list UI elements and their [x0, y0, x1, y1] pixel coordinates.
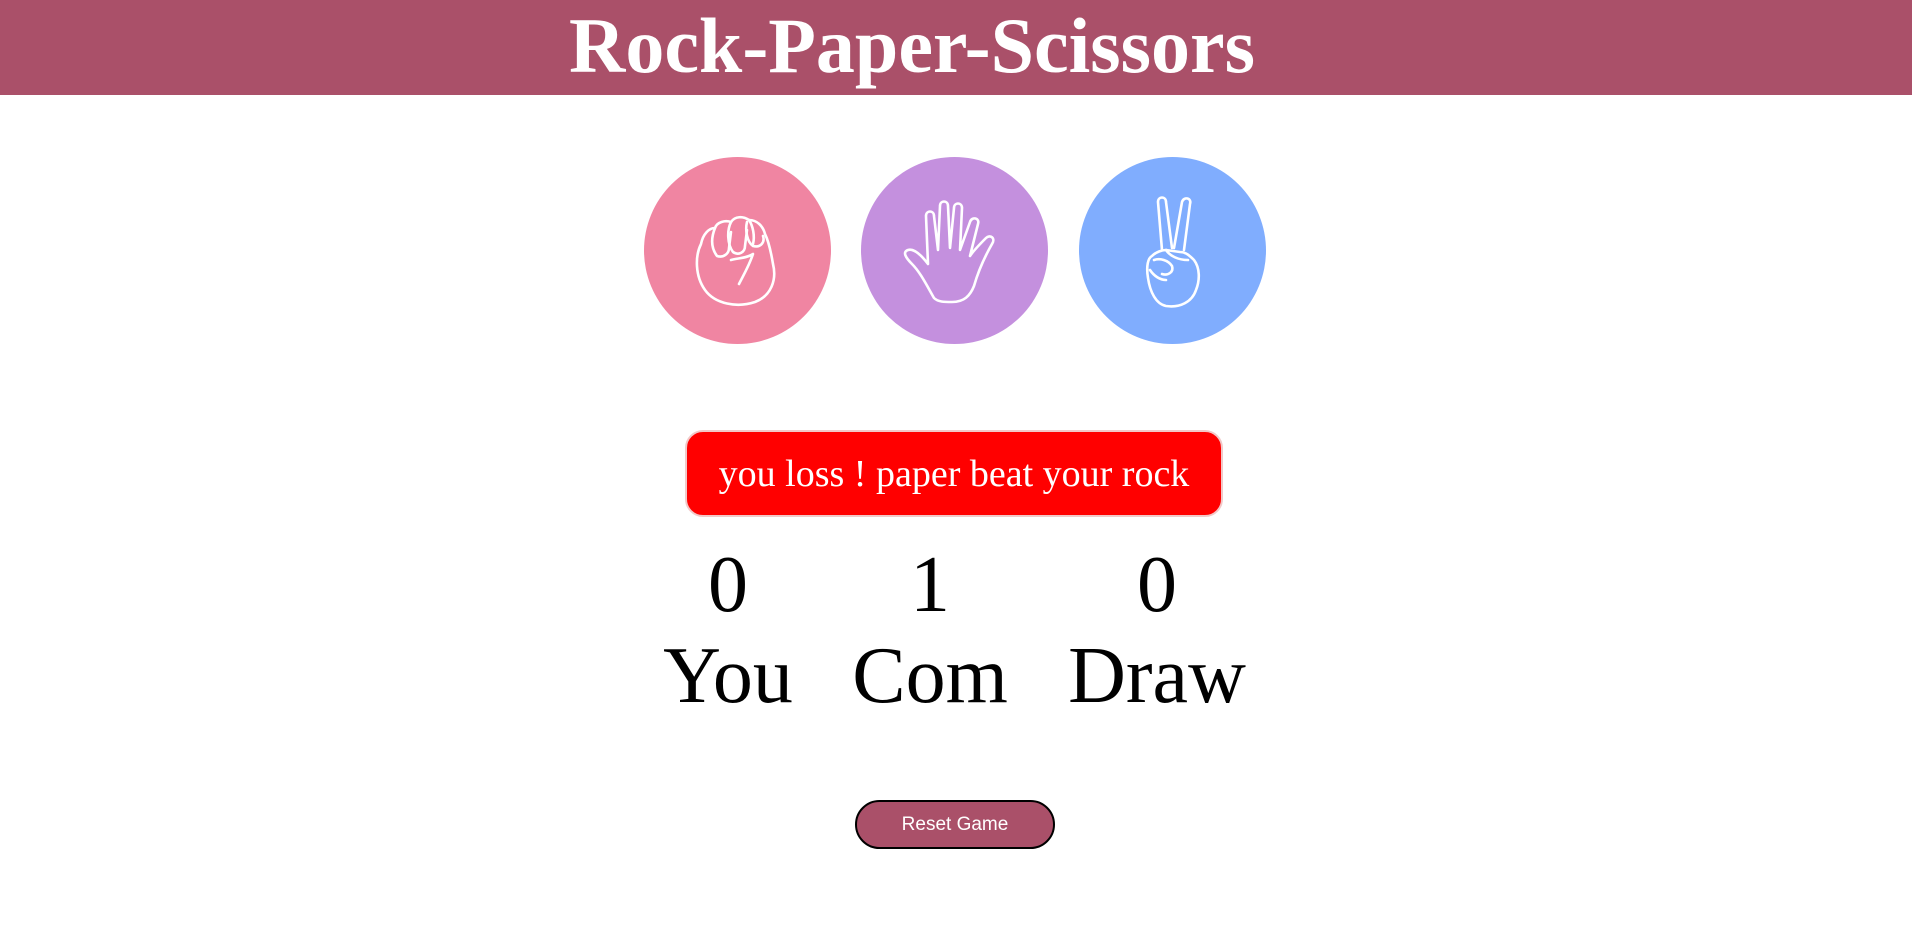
rock-choice-button[interactable] [644, 157, 831, 344]
result-message-text: you loss ! paper beat your rock [718, 452, 1190, 495]
page-title: Rock-Paper-Scissors [568, 1, 1255, 89]
scissors-choice-button[interactable] [1079, 157, 1266, 344]
score-you-label: You [663, 632, 793, 720]
score-draw-label: Draw [1068, 632, 1246, 720]
paper-hand-icon [903, 199, 995, 303]
score-com-label: Com [852, 632, 1008, 720]
score-you: 0 You [628, 540, 828, 722]
score-you-value: 0 [708, 541, 748, 629]
reset-game-button[interactable]: Reset Game [855, 800, 1055, 849]
score-com: 1 Com [830, 540, 1030, 722]
result-message: you loss ! paper beat your rock [685, 430, 1223, 517]
score-draw: 0 Draw [1057, 540, 1257, 722]
score-draw-value: 0 [1137, 541, 1177, 629]
rock-hand-icon [695, 215, 775, 306]
score-com-value: 1 [910, 541, 950, 629]
page-header: Rock-Paper-Scissors [0, 0, 1912, 95]
paper-choice-button[interactable] [861, 157, 1048, 344]
scissors-hand-icon [1145, 195, 1200, 308]
